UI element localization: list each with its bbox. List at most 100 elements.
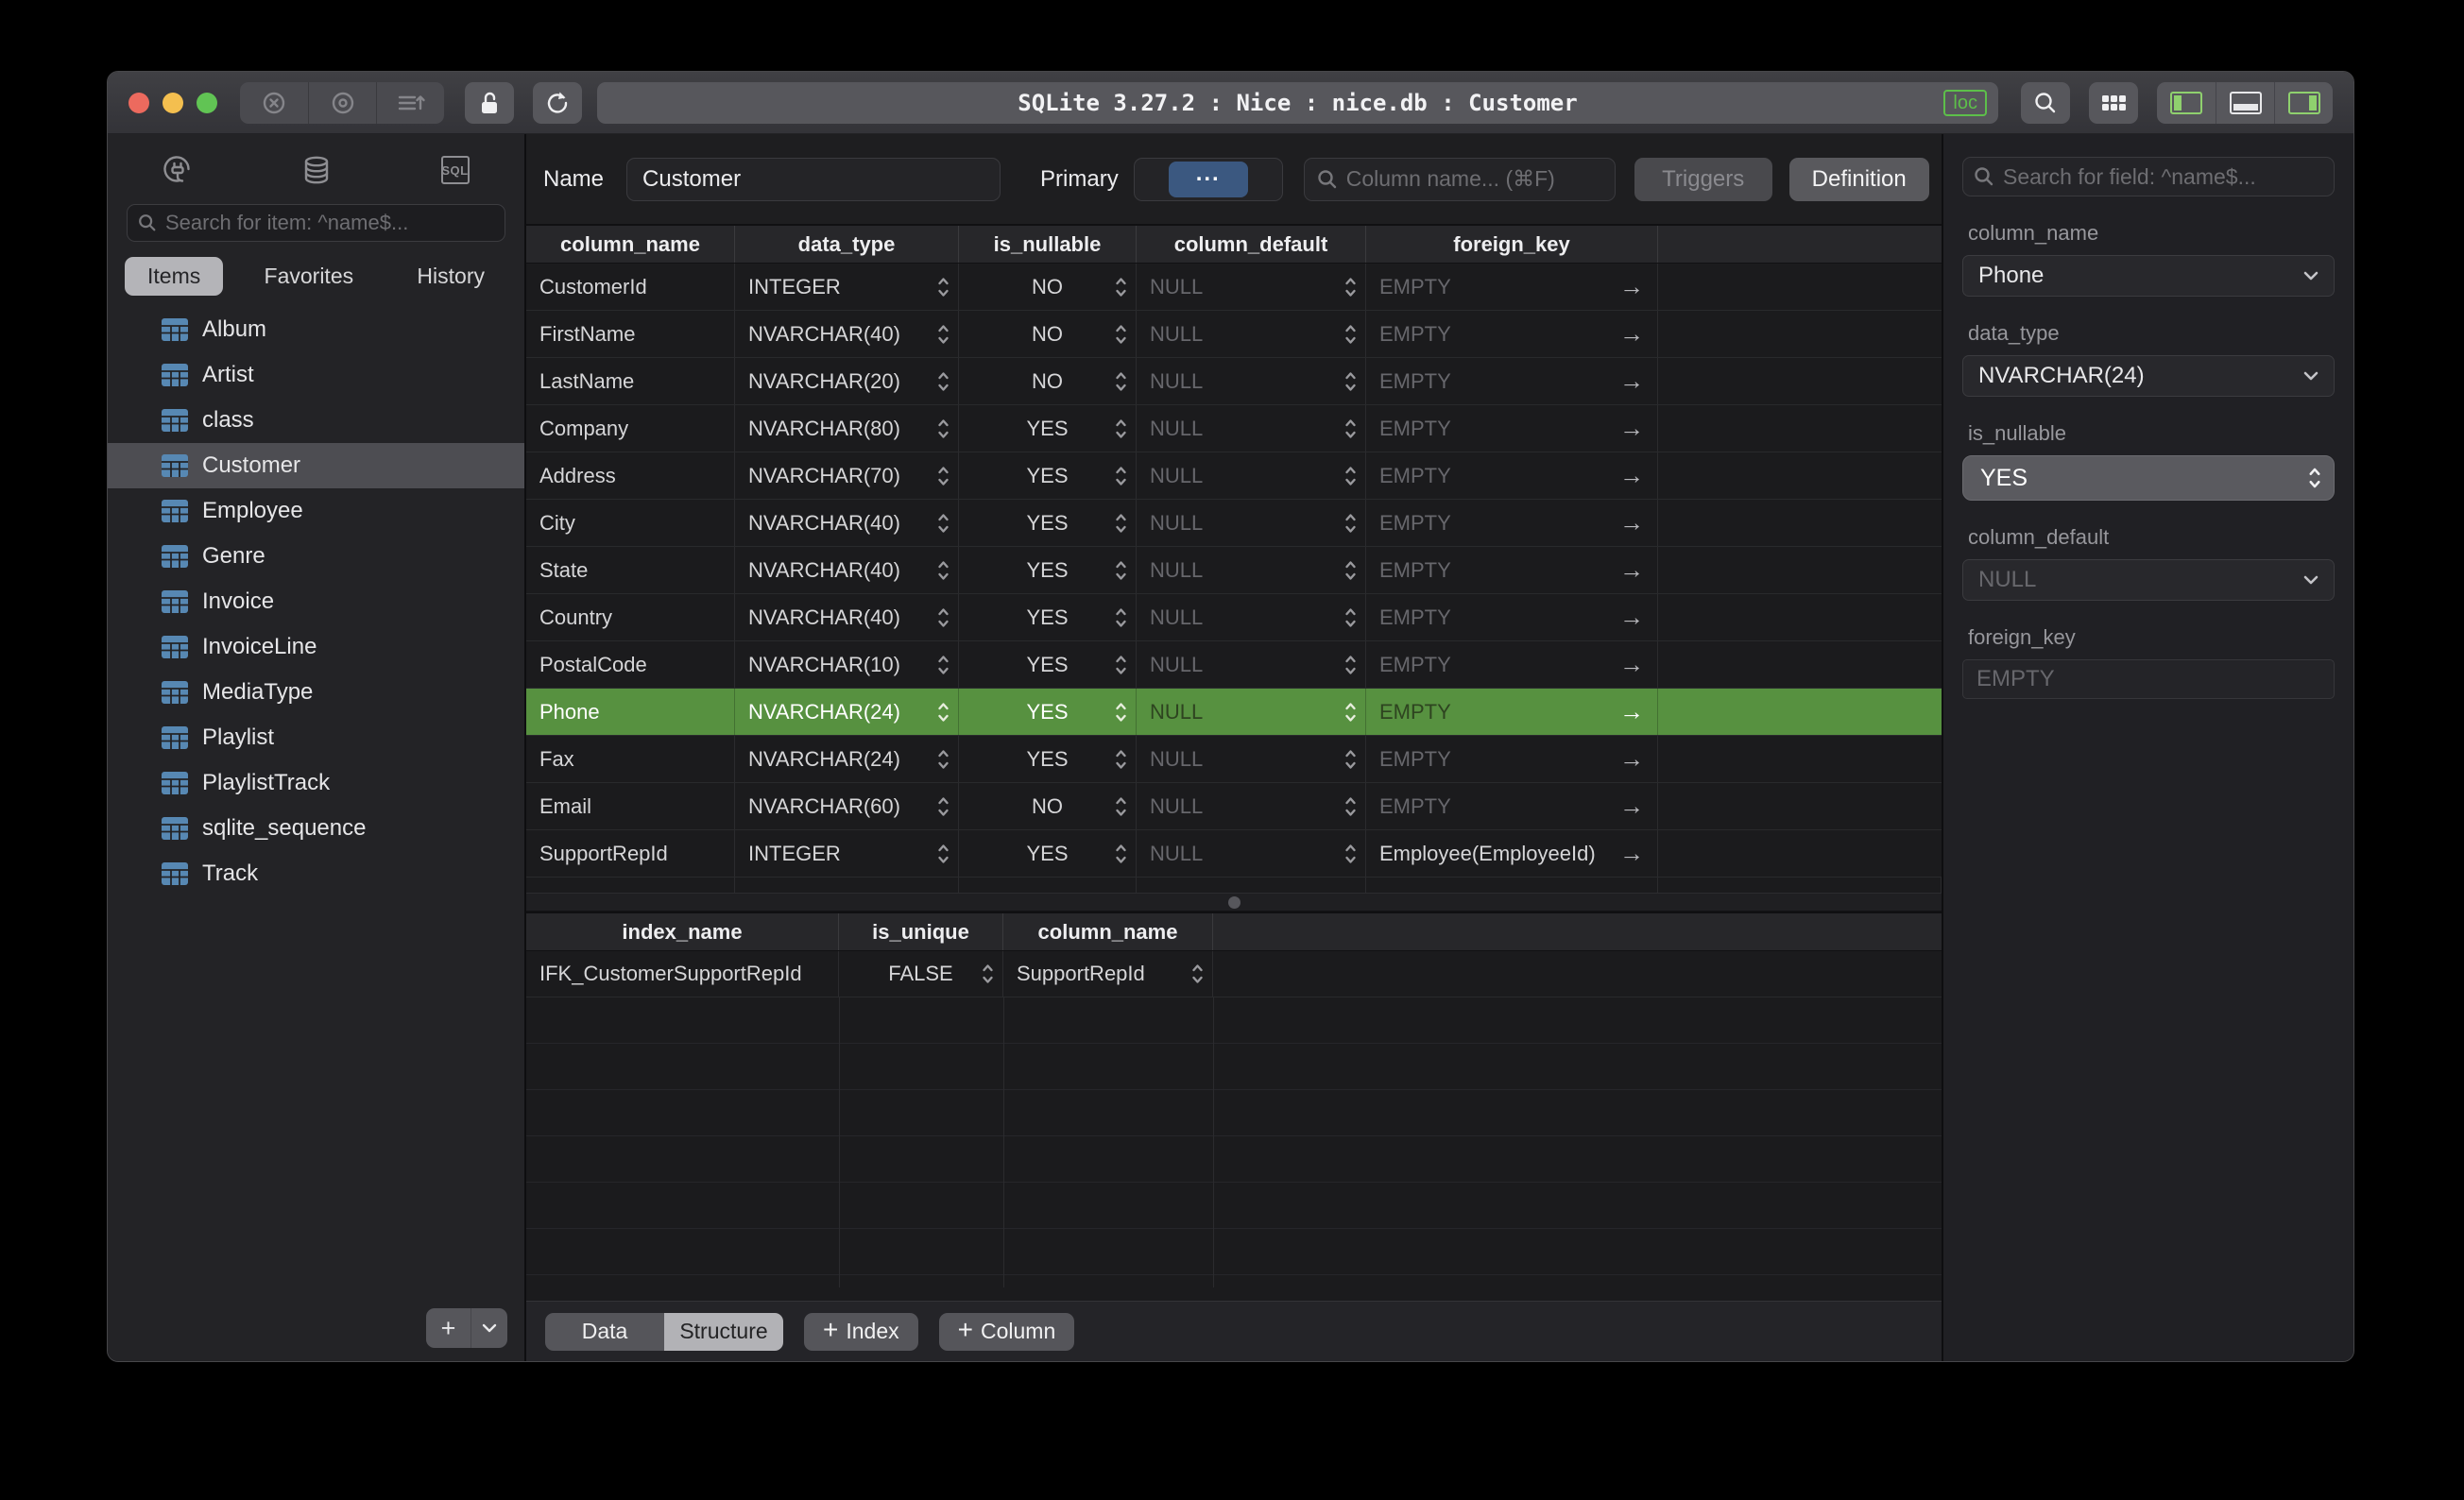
view-mode-tab[interactable]: Structure	[664, 1312, 783, 1351]
sidebar-tab[interactable]: Favorites	[242, 257, 377, 296]
cell-column-default[interactable]: NULL	[1137, 311, 1366, 357]
header-foreign-key[interactable]: foreign_key	[1366, 226, 1658, 263]
cell-data-type[interactable]: NVARCHAR(24)	[735, 736, 959, 782]
column-row[interactable]: Address NVARCHAR(70) YES NULL EMPTY →	[526, 452, 1942, 500]
stepper-icon[interactable]	[1343, 651, 1358, 679]
cell-foreign-key[interactable]: EMPTY →	[1366, 594, 1658, 640]
stepper-icon[interactable]	[2307, 463, 2322, 493]
cell-foreign-key[interactable]: EMPTY →	[1366, 500, 1658, 546]
inspector-column-default-dropdown[interactable]: NULL	[1962, 559, 2335, 601]
stepper-icon[interactable]	[936, 651, 950, 679]
definition-button[interactable]: Definition	[1788, 157, 1929, 201]
header-column-default[interactable]: column_default	[1137, 226, 1366, 263]
cell-column-default[interactable]: NULL	[1137, 264, 1366, 310]
add-item-menu-button[interactable]	[471, 1308, 507, 1348]
cell-foreign-key[interactable]: EMPTY →	[1366, 311, 1658, 357]
foreign-key-arrow-icon[interactable]: →	[1619, 555, 1644, 585]
stepper-icon[interactable]	[1114, 556, 1128, 585]
foreign-key-arrow-icon[interactable]: →	[1619, 272, 1644, 301]
cell-foreign-key[interactable]: EMPTY →	[1366, 358, 1658, 404]
column-row[interactable]: CustomerId INTEGER NO NULL EMPTY →	[526, 264, 1942, 311]
stepper-icon[interactable]	[1343, 367, 1358, 396]
sidebar-tab[interactable]: History	[394, 257, 507, 296]
cell-is-nullable[interactable]: YES	[959, 830, 1137, 877]
stepper-icon[interactable]	[1343, 604, 1358, 632]
column-row[interactable]: Phone NVARCHAR(24) YES NULL EMPTY →	[526, 689, 1942, 736]
foreign-key-arrow-icon[interactable]: →	[1619, 792, 1644, 821]
stepper-icon[interactable]	[936, 840, 950, 868]
stepper-icon[interactable]	[1343, 320, 1358, 349]
stepper-icon[interactable]	[1343, 462, 1358, 490]
stepper-icon[interactable]	[1114, 698, 1128, 726]
table-list-item[interactable]: class	[108, 398, 524, 443]
toolbar-grid-button[interactable]	[2089, 81, 2138, 124]
stepper-icon[interactable]	[936, 367, 950, 396]
column-row[interactable]: SupportRepId INTEGER YES NULL Employee(E…	[526, 830, 1942, 878]
column-row[interactable]: State NVARCHAR(40) YES NULL EMPTY →	[526, 547, 1942, 594]
stepper-icon[interactable]	[1114, 415, 1128, 443]
cell-is-nullable[interactable]: YES	[959, 500, 1137, 546]
table-list-item[interactable]: Artist	[108, 352, 524, 398]
stepper-icon[interactable]	[1190, 960, 1205, 988]
cell-column-default[interactable]: NULL	[1137, 358, 1366, 404]
column-row[interactable]: PostalCode NVARCHAR(10) YES NULL EMPTY →	[526, 641, 1942, 689]
stepper-icon[interactable]	[1114, 509, 1128, 537]
header-index-column-name[interactable]: column_name	[1003, 913, 1213, 950]
cell-is-nullable[interactable]: NO	[959, 783, 1137, 829]
foreign-key-arrow-icon[interactable]: →	[1619, 650, 1644, 679]
cell-is-nullable[interactable]: NO	[959, 358, 1137, 404]
stepper-icon[interactable]	[1343, 745, 1358, 774]
cell-column-default[interactable]: NULL	[1137, 783, 1366, 829]
cell-data-type[interactable]: NVARCHAR(10)	[735, 641, 959, 688]
stepper-icon[interactable]	[936, 698, 950, 726]
connection-tab[interactable]	[108, 153, 247, 187]
stepper-icon[interactable]	[936, 509, 950, 537]
inspector-data-type-dropdown[interactable]: NVARCHAR(24)	[1962, 355, 2335, 397]
cell-index-column-name[interactable]: SupportRepId	[1003, 951, 1213, 997]
close-window-button[interactable]	[128, 92, 149, 113]
stepper-icon[interactable]	[1114, 745, 1128, 774]
column-row[interactable]: Email NVARCHAR(60) NO NULL EMPTY →	[526, 783, 1942, 830]
stepper-icon[interactable]	[936, 320, 950, 349]
cell-foreign-key[interactable]: EMPTY →	[1366, 405, 1658, 452]
table-list-item[interactable]: Invoice	[108, 579, 524, 624]
cell-column-default[interactable]: NULL	[1137, 641, 1366, 688]
foreign-key-arrow-icon[interactable]: →	[1619, 461, 1644, 490]
cell-is-nullable[interactable]: YES	[959, 547, 1137, 593]
stepper-icon[interactable]	[1343, 840, 1358, 868]
pane-splitter[interactable]	[526, 893, 1942, 912]
stepper-icon[interactable]	[1343, 793, 1358, 821]
lock-button[interactable]	[465, 81, 514, 124]
stepper-icon[interactable]	[1114, 793, 1128, 821]
header-is-unique[interactable]: is_unique	[839, 913, 1003, 950]
column-row[interactable]: Company NVARCHAR(80) YES NULL EMPTY →	[526, 405, 1942, 452]
cell-foreign-key[interactable]: EMPTY →	[1366, 264, 1658, 310]
cell-is-nullable[interactable]: YES	[959, 594, 1137, 640]
foreign-key-arrow-icon[interactable]: →	[1619, 414, 1644, 443]
table-list-item[interactable]: sqlite_sequence	[108, 806, 524, 851]
column-search-input[interactable]	[1345, 166, 1603, 192]
cell-column-default[interactable]: NULL	[1137, 736, 1366, 782]
cell-foreign-key[interactable]: EMPTY →	[1366, 783, 1658, 829]
stepper-icon[interactable]	[1343, 415, 1358, 443]
table-name-input[interactable]	[642, 165, 985, 193]
cell-data-type[interactable]: NVARCHAR(70)	[735, 452, 959, 499]
cell-is-nullable[interactable]: NO	[959, 311, 1137, 357]
cell-is-unique[interactable]: FALSE	[839, 951, 1003, 997]
sql-tab[interactable]: SQL	[385, 156, 524, 184]
stepper-icon[interactable]	[936, 415, 950, 443]
cell-column-default[interactable]: NULL	[1137, 594, 1366, 640]
cell-is-nullable[interactable]: NO	[959, 264, 1137, 310]
refresh-button[interactable]	[533, 81, 582, 124]
stepper-icon[interactable]	[1114, 462, 1128, 490]
cell-data-type[interactable]: INTEGER	[735, 830, 959, 877]
cell-data-type[interactable]: NVARCHAR(20)	[735, 358, 959, 404]
header-column-name[interactable]: column_name	[526, 226, 735, 263]
cell-column-default[interactable]: NULL	[1137, 830, 1366, 877]
inspector-is-nullable-stepper[interactable]: YES	[1962, 455, 2335, 501]
cell-data-type[interactable]: NVARCHAR(40)	[735, 500, 959, 546]
cell-data-type[interactable]: NVARCHAR(80)	[735, 405, 959, 452]
cell-foreign-key[interactable]: Employee(EmployeeId) →	[1366, 830, 1658, 877]
add-column-button[interactable]: + Column	[938, 1312, 1075, 1351]
stepper-icon[interactable]	[1114, 840, 1128, 868]
